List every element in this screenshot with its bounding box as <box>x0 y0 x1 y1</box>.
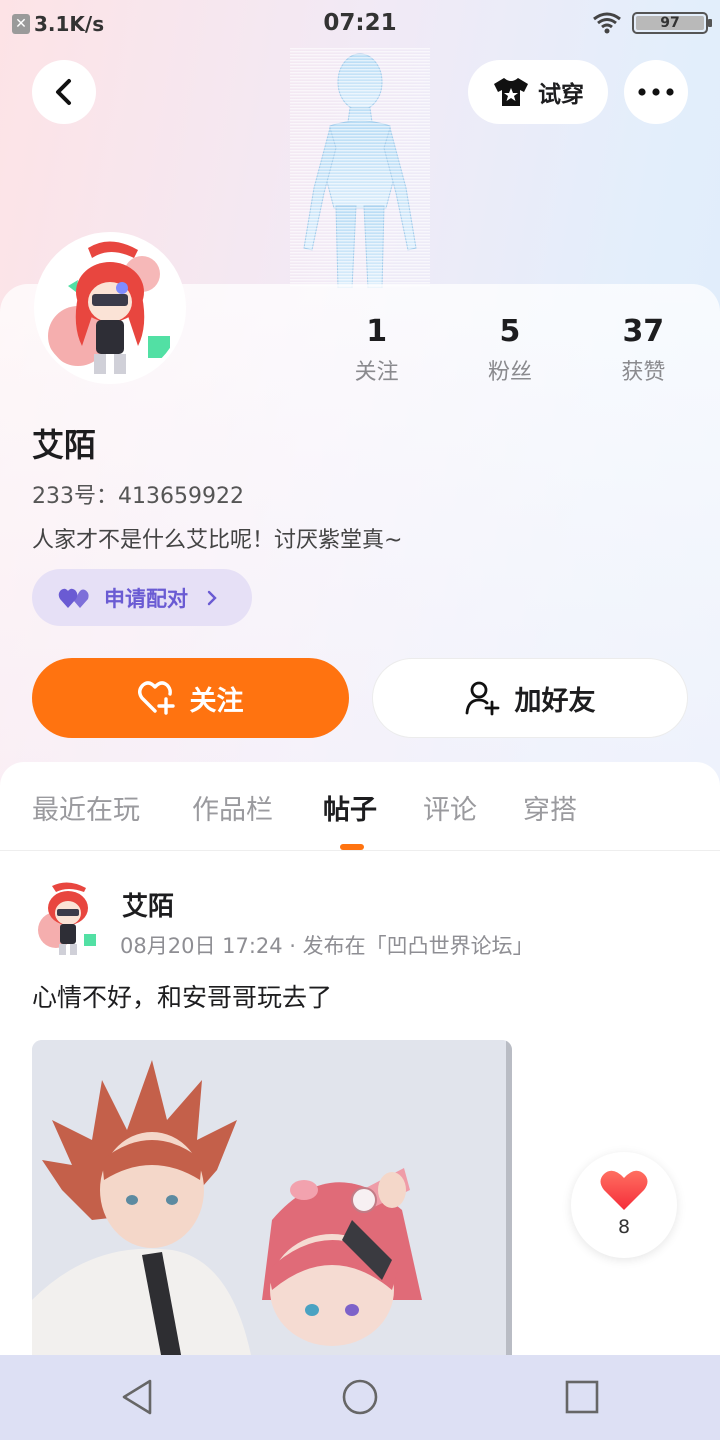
tab-comments[interactable]: 评论 <box>423 788 477 827</box>
chevron-left-icon <box>56 79 71 105</box>
nav-back-icon[interactable] <box>118 1377 158 1417</box>
tab-recently-played[interactable]: 最近在玩 <box>32 788 140 827</box>
avatar-illustration <box>38 882 96 955</box>
profile-bio: 人家才不是什么艾比呢！讨厌紫堂真~ <box>32 528 403 553</box>
stat-value: 1 <box>366 314 388 349</box>
nav-home-icon[interactable] <box>340 1377 380 1417</box>
illustration-image <box>32 1040 512 1360</box>
more-button[interactable] <box>624 60 688 124</box>
add-friend-button[interactable]: 加好友 <box>372 658 688 738</box>
apply-pair-button[interactable]: 申请配对 <box>32 569 252 626</box>
post-author-avatar[interactable] <box>34 880 102 956</box>
back-button[interactable] <box>32 60 96 124</box>
follow-button[interactable]: 关注 <box>32 658 349 738</box>
stat-label: 关注 <box>354 360 399 385</box>
profile-tabs: 最近在玩 作品栏 帖子 评论 穿搭 <box>0 762 720 850</box>
battery-indicator: 97 <box>632 12 712 34</box>
profile-uid: 233号：413659922 <box>32 484 244 509</box>
profile-stats: 1 关注 5 粉丝 37 获赞 <box>310 312 710 386</box>
chevron-right-icon <box>207 590 217 605</box>
wifi-icon <box>593 12 621 34</box>
stat-following[interactable]: 1 关注 <box>310 312 443 386</box>
tab-outfits[interactable]: 穿搭 <box>523 788 577 827</box>
profile-name: 艾陌 <box>32 426 97 464</box>
stat-label: 粉丝 <box>487 360 532 385</box>
add-user-icon <box>465 681 499 716</box>
tab-works[interactable]: 作品栏 <box>192 788 273 827</box>
stat-value: 37 <box>622 314 665 349</box>
heart-plus-icon <box>137 681 175 715</box>
add-friend-label: 加好友 <box>514 685 596 717</box>
try-on-label: 试穿 <box>538 82 584 108</box>
status-bar: ✕ 3.1K/s 07:21 97 <box>0 0 720 50</box>
tshirt-icon <box>494 78 528 106</box>
stat-likes[interactable]: 37 获赞 <box>577 312 710 386</box>
divider <box>0 850 720 851</box>
double-heart-icon <box>58 588 89 608</box>
tab-posts[interactable]: 帖子 <box>323 788 377 827</box>
system-navigation-bar <box>0 1355 720 1440</box>
apply-pair-label: 申请配对 <box>104 586 188 611</box>
avatar-illustration <box>38 236 182 380</box>
heart-icon <box>600 1170 648 1210</box>
follow-label: 关注 <box>189 685 244 717</box>
stat-followers[interactable]: 5 粉丝 <box>443 312 576 386</box>
avatar[interactable] <box>34 232 186 384</box>
like-count: 8 <box>617 1216 631 1238</box>
post-meta: 08月20日 17:24 · 发布在「凹凸世界论坛」 <box>120 934 534 958</box>
like-button[interactable]: 8 <box>571 1152 677 1258</box>
post-image[interactable] <box>32 1040 512 1360</box>
stat-label: 获赞 <box>621 360 666 385</box>
try-on-button[interactable]: 试穿 <box>468 60 608 124</box>
post-text: 心情不好，和安哥哥玩去了 <box>32 983 333 1012</box>
post-author-name[interactable]: 艾陌 <box>122 886 174 923</box>
stat-value: 5 <box>499 314 521 349</box>
avatar-figure-hologram <box>290 48 430 288</box>
nav-recents-icon[interactable] <box>562 1377 602 1417</box>
more-dots-icon <box>638 88 674 96</box>
